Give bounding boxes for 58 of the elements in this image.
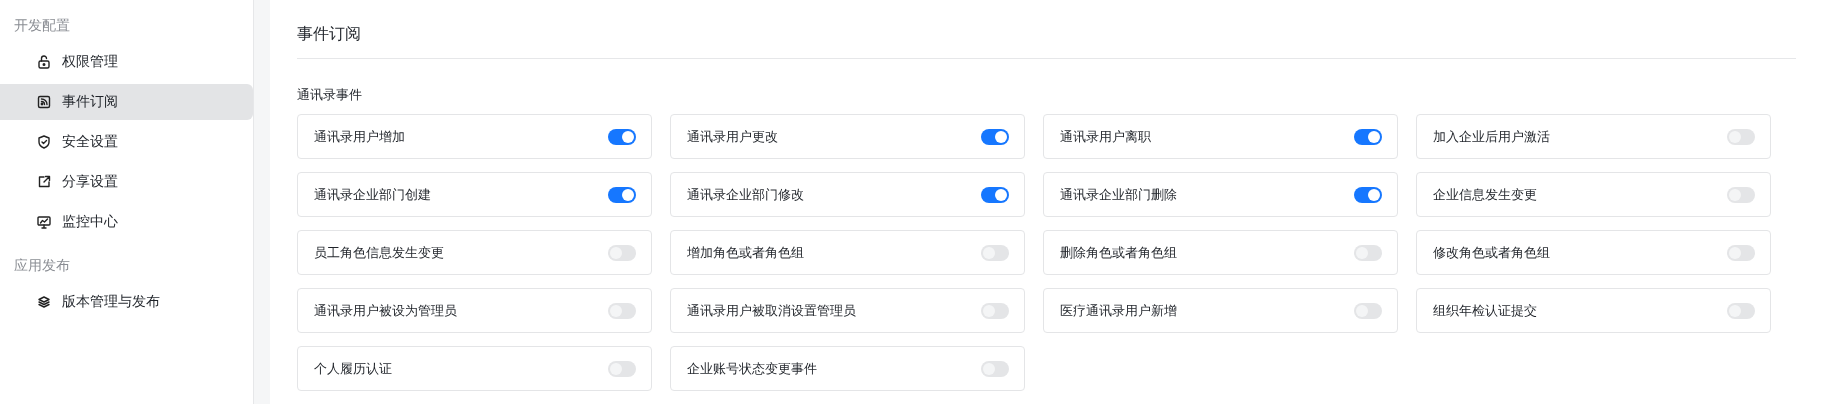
event-label: 删除角色或者角色组 xyxy=(1060,243,1177,262)
toggle-switch[interactable] xyxy=(1354,244,1382,261)
sidebar-item-label: 事件订阅 xyxy=(62,93,118,111)
sidebar-group-title: 应用发布 xyxy=(13,256,71,275)
event-label: 员工角色信息发生变更 xyxy=(314,243,444,262)
toggle-switch[interactable] xyxy=(1727,244,1755,261)
toggle-switch[interactable] xyxy=(608,360,636,377)
toggle-switch[interactable] xyxy=(1727,128,1755,145)
event-label: 通讯录企业部门修改 xyxy=(687,185,804,204)
event-label: 修改角色或者角色组 xyxy=(1433,243,1550,262)
section-title: 通讯录事件 xyxy=(297,87,362,102)
sidebar-item[interactable]: 安全设置 xyxy=(0,124,253,160)
event-label: 加入企业后用户激活 xyxy=(1433,127,1550,146)
toggle-switch[interactable] xyxy=(1354,302,1382,319)
sidebar-item-label: 监控中心 xyxy=(62,213,118,231)
page-title: 事件订阅 xyxy=(297,23,361,45)
event-label: 企业账号状态变更事件 xyxy=(687,359,817,378)
sidebar-item[interactable]: 版本管理与发布 xyxy=(0,284,253,320)
toggle-switch[interactable] xyxy=(981,244,1009,261)
event-label: 通讯录用户被取消设置管理员 xyxy=(687,301,856,320)
toggle-switch[interactable] xyxy=(608,128,636,145)
sidebar-item-label: 安全设置 xyxy=(62,133,118,151)
event-label: 组织年检认证提交 xyxy=(1433,301,1537,320)
toggle-switch[interactable] xyxy=(981,128,1009,145)
toggle-switch[interactable] xyxy=(1727,186,1755,203)
sidebar-item[interactable]: 事件订阅 xyxy=(0,84,253,120)
toggle-switch[interactable] xyxy=(981,186,1009,203)
toggle-switch[interactable] xyxy=(608,244,636,261)
toggle-switch[interactable] xyxy=(1354,128,1382,145)
sidebar-item[interactable]: 权限管理 xyxy=(0,44,253,80)
event-label: 通讯录企业部门删除 xyxy=(1060,185,1177,204)
toggle-switch[interactable] xyxy=(608,186,636,203)
sidebar-item-label: 分享设置 xyxy=(62,173,118,191)
lock-icon xyxy=(36,54,52,70)
event-label: 通讯录用户离职 xyxy=(1060,127,1151,146)
event-label: 增加角色或者角色组 xyxy=(687,243,804,262)
event-label: 医疗通讯录用户新增 xyxy=(1060,301,1177,320)
event-label: 通讯录用户更改 xyxy=(687,127,778,146)
sidebar-item-label: 权限管理 xyxy=(62,53,118,71)
sidebar-group-title: 开发配置 xyxy=(13,16,71,35)
sidebar-item-label: 版本管理与发布 xyxy=(62,293,160,311)
share-icon xyxy=(36,174,52,190)
sidebar-item[interactable]: 分享设置 xyxy=(0,164,253,200)
layers-icon xyxy=(36,294,52,310)
shield-icon xyxy=(36,134,52,150)
event-label: 通讯录用户被设为管理员 xyxy=(314,301,457,320)
sidebar-item[interactable]: 监控中心 xyxy=(0,204,253,240)
toggle-switch[interactable] xyxy=(981,302,1009,319)
toggle-switch[interactable] xyxy=(1354,186,1382,203)
monitor-icon xyxy=(36,214,52,230)
toggle-switch[interactable] xyxy=(608,302,636,319)
event-label: 企业信息发生变更 xyxy=(1433,185,1537,204)
event-label: 通讯录用户增加 xyxy=(314,127,405,146)
rss-icon xyxy=(36,94,52,110)
event-label: 通讯录企业部门创建 xyxy=(314,185,431,204)
event-label: 个人履历认证 xyxy=(314,359,392,378)
toggle-switch[interactable] xyxy=(1727,302,1755,319)
toggle-switch[interactable] xyxy=(981,360,1009,377)
